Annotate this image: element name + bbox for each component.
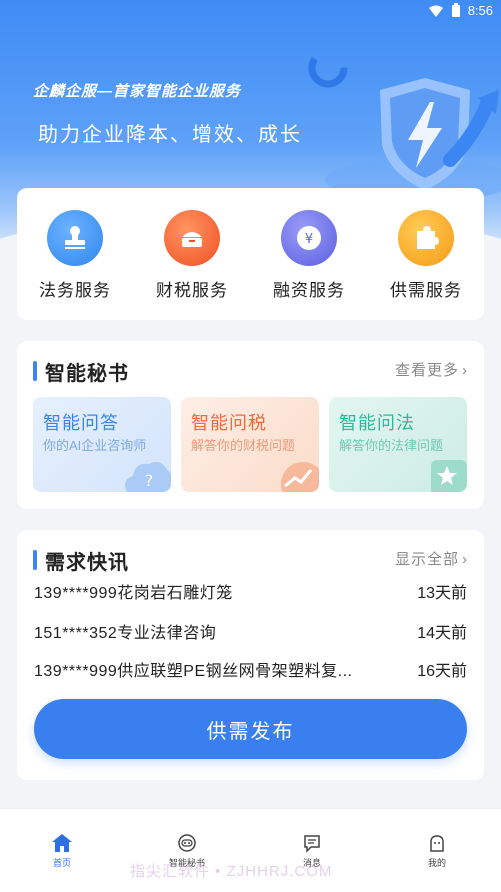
news-time: 16天前 [417, 663, 467, 680]
news-list: 139****999花岗岩石雕灯笼 13天前 151****352专业法律咨询 … [17, 582, 484, 702]
ai-tax-card[interactable]: 智能问税 解答你的财税问题 [181, 397, 319, 492]
service-supply[interactable]: 供需服务 [376, 210, 476, 301]
view-more-link[interactable]: 查看更多 › [395, 359, 468, 380]
services-card: 法务服务 财税服务 ¥ 融资服务 供需服务 [17, 188, 484, 320]
card-title: 智能问答 [43, 413, 119, 433]
list-item[interactable]: 151****352专业法律咨询 14天前 [34, 619, 467, 643]
chart-trend-icon [281, 462, 319, 492]
demand-news-card: 需求快讯 显示全部 › 139****999花岗岩石雕灯笼 13天前 151***… [17, 530, 484, 780]
stamp-icon [47, 210, 103, 266]
banner-subtitle: 助力企业降本、增效、成长 [38, 124, 302, 146]
tab-label: 我的 [427, 858, 446, 868]
list-item[interactable]: 139****999花岗岩石雕灯笼 13天前 [34, 582, 467, 603]
watermark: 指尖汇软件 • ZJHHRJ.COM [130, 863, 333, 880]
service-label: 融资服务 [273, 281, 345, 300]
section-accent-bar [33, 550, 37, 570]
message-icon [304, 835, 320, 853]
tab-home[interactable]: 首页 [22, 833, 102, 869]
card-title: 智能问法 [339, 413, 415, 433]
status-time: 8:56 [467, 3, 493, 18]
status-bar: 8:56 [0, 0, 501, 22]
secretary-card: 智能秘书 查看更多 › 智能问答 你的AI企业咨询师 ? 智能问税 解答你的财税问… [17, 341, 484, 509]
service-label: 法务服务 [39, 281, 111, 300]
list-item[interactable]: 139****999供应联塑PE钢丝网骨架塑料复... 16天前 [34, 657, 467, 681]
profile-icon [430, 835, 444, 852]
news-text: 139****999供应联塑PE钢丝网骨架塑料复... [34, 663, 353, 680]
svg-text:¥: ¥ [305, 232, 313, 247]
shield-bolt-illustration [308, 48, 501, 200]
news-text: 139****999花岗岩石雕灯笼 [34, 585, 233, 602]
show-all-label: 显示全部 [394, 551, 459, 568]
puzzle-icon [398, 210, 454, 266]
service-tax[interactable]: 财税服务 [142, 210, 242, 301]
tab-label: 首页 [52, 858, 71, 868]
banner-slogan: 企麟企服—首家智能企业服务 [33, 83, 242, 100]
chevron-right-icon: › [462, 362, 468, 379]
card-desc: 解答你的法律问题 [339, 438, 444, 453]
home-icon [52, 834, 72, 852]
chevron-right-icon: › [462, 551, 468, 568]
svg-text:?: ? [145, 471, 154, 490]
service-label: 供需服务 [390, 281, 462, 300]
section-title: 智能秘书 [45, 363, 129, 385]
battery-icon [452, 3, 460, 17]
card-desc: 解答你的财税问题 [191, 438, 296, 453]
yuan-coin-icon: ¥ [281, 210, 337, 266]
ai-law-card[interactable]: 智能问法 解答你的法律问题 [329, 397, 467, 492]
card-title: 智能问税 [191, 413, 267, 433]
news-text: 151****352专业法律咨询 [34, 625, 217, 642]
news-time: 13天前 [417, 585, 467, 602]
view-more-label: 查看更多 [394, 362, 459, 379]
service-finance[interactable]: ¥ 融资服务 [259, 210, 359, 301]
service-legal[interactable]: 法务服务 [25, 210, 125, 301]
tax-box-icon [164, 210, 220, 266]
show-all-link[interactable]: 显示全部 › [395, 548, 468, 569]
news-time: 14天前 [417, 625, 467, 642]
service-label: 财税服务 [156, 281, 228, 300]
cloud-question-icon: ? [125, 462, 171, 492]
publish-button[interactable]: 供需发布 [34, 699, 467, 759]
tab-profile[interactable]: 我的 [397, 833, 477, 869]
section-title: 需求快讯 [45, 552, 129, 574]
section-accent-bar [33, 361, 37, 381]
star-badge-icon [431, 460, 467, 492]
ai-qa-card[interactable]: 智能问答 你的AI企业咨询师 ? [33, 397, 171, 492]
wifi-icon [429, 5, 443, 17]
robot-icon [178, 834, 196, 852]
